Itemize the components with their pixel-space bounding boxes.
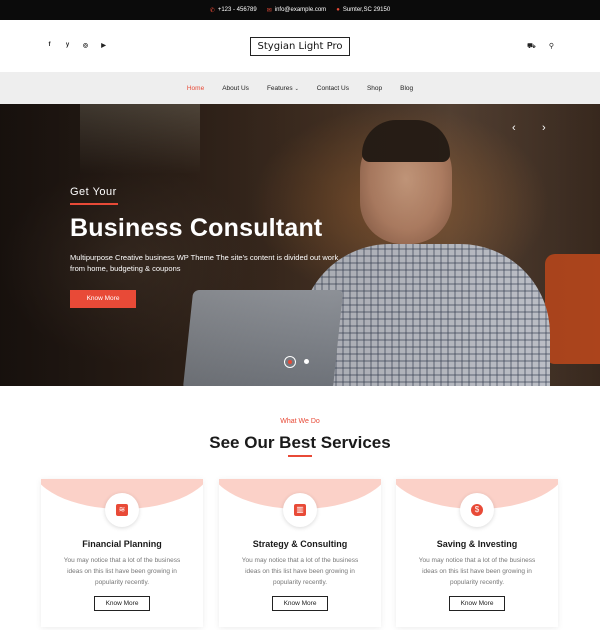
location-text: Sumter,SC 29150 xyxy=(342,7,391,13)
mail-icon: ✉ xyxy=(266,7,272,14)
hero-description: Multipurpose Creative business WP Theme … xyxy=(70,253,339,273)
slider-dot-2[interactable] xyxy=(304,359,309,364)
phone-icon: ✆ xyxy=(209,7,215,14)
nav-item-features[interactable]: Features ⌄ xyxy=(267,85,299,92)
header-actions: ⛟ ⚲ xyxy=(527,42,554,51)
services-eyebrow: What We Do xyxy=(280,418,320,425)
nav-item-shop[interactable]: Shop xyxy=(367,85,382,92)
nav-item-about-us[interactable]: About Us xyxy=(222,85,249,92)
instagram-icon[interactable]: ◎ xyxy=(82,42,89,49)
slider-prev-arrow-icon[interactable]: ‹ xyxy=(512,122,516,134)
service-card: ≋ Financial Planning You may notice that… xyxy=(41,479,203,627)
cart-icon[interactable]: ⛟ xyxy=(527,42,536,51)
phone-text: +123 - 456789 xyxy=(217,7,257,13)
card-know-more-button[interactable]: Know More xyxy=(449,596,505,611)
topbar-location: ● Sumter,SC 29150 xyxy=(336,7,390,13)
card-icon-wrap: $ xyxy=(460,493,494,527)
card-icon-wrap: ▥ xyxy=(283,493,317,527)
location-pin-icon: ● xyxy=(336,7,340,13)
chevron-down-icon: ⌄ xyxy=(294,85,299,92)
services-section: What We Do See Our Best Services ≋ Finan… xyxy=(0,386,600,630)
card-know-more-button[interactable]: Know More xyxy=(94,596,150,611)
top-bar: ✆ +123 - 456789 ✉ info@example.com ● Sum… xyxy=(0,0,600,20)
hero-eyebrow: Get Your xyxy=(70,186,117,198)
dollar-icon: $ xyxy=(471,504,483,516)
card-description: You may notice that a lot of the busines… xyxy=(241,557,359,586)
hero-content: Get Your Business Consultant Multipurpos… xyxy=(70,186,350,308)
service-card: $ Saving & Investing You may notice that… xyxy=(396,479,558,627)
hero-know-more-button[interactable]: Know More xyxy=(70,290,136,308)
site-header: f y ◎ ▶ Stygian Light Pro ⛟ ⚲ xyxy=(0,20,600,72)
topbar-phone[interactable]: ✆ +123 - 456789 xyxy=(210,7,257,14)
card-title: Saving & Investing xyxy=(436,539,518,549)
card-know-more-button[interactable]: Know More xyxy=(272,596,328,611)
nav-item-features-label: Features xyxy=(266,84,293,92)
slider-dot-1[interactable] xyxy=(284,356,296,368)
hero-title: Business Consultant xyxy=(70,214,323,242)
card-title: Strategy & Consulting xyxy=(252,539,348,549)
topbar-email[interactable]: ✉ info@example.com xyxy=(267,7,326,14)
card-icon-wrap: ≋ xyxy=(105,493,139,527)
service-card: ▥ Strategy & Consulting You may notice t… xyxy=(219,479,381,627)
card-description: You may notice that a lot of the busines… xyxy=(63,557,181,586)
nav-item-contact-us[interactable]: Contact Us xyxy=(317,85,349,92)
main-nav: Home About Us Features ⌄ Contact Us Shop … xyxy=(0,72,600,104)
facebook-icon[interactable]: f xyxy=(46,42,53,49)
email-text: info@example.com xyxy=(274,7,327,13)
youtube-icon[interactable]: ▶ xyxy=(100,42,107,49)
hero-slider: Get Your Business Consultant Multipurpos… xyxy=(0,104,600,386)
social-links: f y ◎ ▶ xyxy=(46,42,107,49)
search-icon[interactable]: ⚲ xyxy=(549,42,554,51)
services-title-underline xyxy=(288,455,312,457)
slider-next-arrow-icon[interactable]: › xyxy=(542,122,546,134)
card-description: You may notice that a lot of the busines… xyxy=(418,557,536,586)
site-logo[interactable]: Stygian Light Pro xyxy=(249,36,351,56)
layers-icon: ≋ xyxy=(116,504,128,516)
card-title: Financial Planning xyxy=(82,539,162,549)
twitter-icon[interactable]: y xyxy=(64,42,71,49)
nav-item-blog[interactable]: Blog xyxy=(400,85,413,92)
nav-item-home[interactable]: Home xyxy=(187,85,204,92)
chart-icon: ▥ xyxy=(294,504,306,516)
hero-eyebrow-underline xyxy=(70,203,118,205)
services-title: See Our Best Services xyxy=(209,433,391,452)
